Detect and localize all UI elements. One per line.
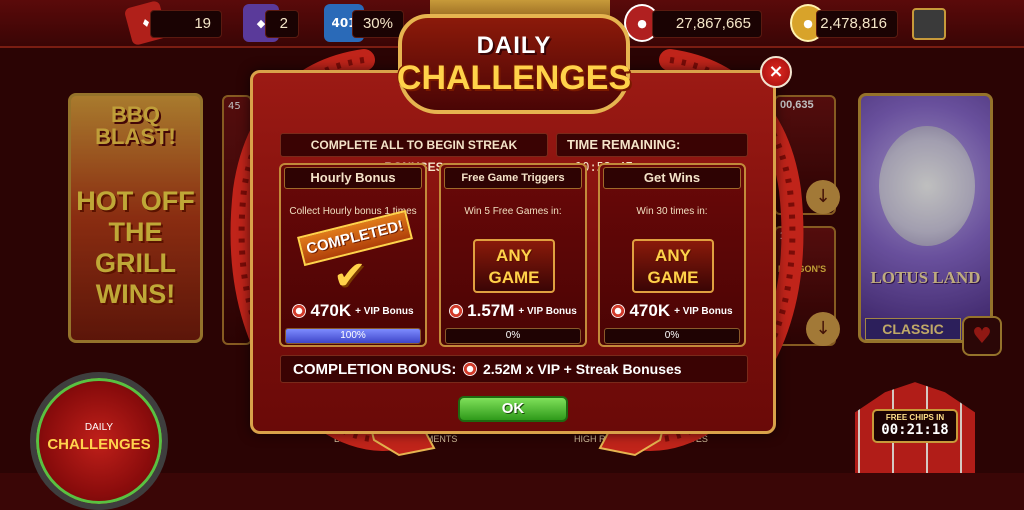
challenge-card-hourly-bonus[interactable]: Hourly Bonus Collect Hourly bonus 1 time…	[279, 163, 427, 347]
progress-label: 0%	[664, 330, 680, 341]
reward-amount: 470K	[629, 301, 671, 320]
tickets-counter: 19	[150, 10, 222, 38]
challenge-card-get-wins[interactable]: Get Wins Win 30 times in: ANY GAME 470K …	[598, 163, 746, 347]
completion-bonus-bar: COMPLETION BONUS: 2.52M x VIP + Streak B…	[280, 355, 748, 383]
challenge-reward: 470K + VIP Bonus	[604, 297, 740, 325]
any-game-badge: ANY GAME	[632, 239, 714, 293]
progress-label: 0%	[505, 330, 521, 341]
time-remaining-label: TIME REMAINING:	[567, 137, 681, 152]
modal-title-challenges: CHALLENGES	[396, 59, 632, 97]
streak-instructions: COMPLETE ALL TO BEGIN STREAK BONUSES	[280, 133, 548, 174]
chip-icon	[611, 304, 626, 318]
completion-bonus-value-wrap: 2.52M x VIP + Streak Bonuses	[463, 361, 682, 377]
challenge-title: Hourly Bonus	[284, 167, 422, 189]
progress-label: 100%	[340, 330, 366, 341]
time-remaining-bar: TIME REMAINING: 10:52:47	[556, 133, 748, 174]
chips-balance: 27,867,665	[652, 10, 762, 38]
free-chips-label: FREE CHIPS IN	[885, 413, 945, 422]
any-game-line2: GAME	[488, 268, 540, 287]
challenge-progress-bar: 0%	[604, 328, 740, 344]
completion-bonus-value: 2.52M x VIP + Streak Bonuses	[483, 361, 682, 377]
challenge-description: Win 5 Free Games in:	[464, 206, 562, 217]
reward-amount: 1.57M	[467, 301, 515, 320]
challenge-title: Free Game Triggers	[444, 167, 582, 189]
chip-icon	[292, 304, 307, 318]
free-chips-timer-box[interactable]: FREE CHIPS IN 00:21:18	[872, 409, 958, 443]
challenge-reward: 470K + VIP Bonus	[285, 297, 421, 325]
ok-button[interactable]: OK	[458, 396, 568, 422]
challenge-reward: 1.57M + VIP Bonus	[445, 297, 581, 325]
vip-bonus-label: + VIP Bonus	[355, 305, 414, 317]
level-progress: 30%	[352, 10, 404, 38]
chip-icon	[449, 304, 464, 318]
challenge-title: Get Wins	[603, 167, 741, 189]
chip-icon	[463, 362, 477, 376]
any-game-badge: ANY GAME	[473, 239, 555, 293]
vip-bonus-label: + VIP Bonus	[674, 305, 733, 317]
completion-bonus-label: COMPLETION BONUS:	[293, 360, 457, 378]
daily-button-line1: DAILY	[84, 422, 114, 433]
any-game-line1: ANY	[496, 246, 532, 265]
coins-balance: 2,478,816	[816, 10, 898, 38]
profile-avatar[interactable]	[912, 8, 946, 40]
challenge-progress-bar: 100%	[285, 328, 421, 344]
daily-button-line2: CHALLENGES	[47, 436, 151, 453]
close-button[interactable]: ×	[760, 56, 792, 88]
checkmark-icon: ✔	[333, 253, 367, 299]
modal-title-plaque: DAILY CHALLENGES	[396, 14, 632, 114]
free-chips-timer: 00:21:18	[881, 422, 949, 438]
modal-title-daily: DAILY	[476, 32, 552, 59]
vip-bonus-label: + VIP Bonus	[518, 305, 577, 317]
daily-challenges-button[interactable]: DAILY CHALLENGES	[30, 372, 168, 510]
challenge-card-free-game-triggers[interactable]: Free Game Triggers Win 5 Free Games in: …	[439, 163, 587, 347]
challenge-description: Win 30 times in:	[636, 206, 708, 217]
gems-counter: 2	[265, 10, 299, 38]
any-game-line2: GAME	[647, 268, 699, 287]
reward-amount: 470K	[310, 301, 352, 320]
any-game-line1: ANY	[655, 246, 691, 265]
challenge-progress-bar: 0%	[445, 328, 581, 344]
